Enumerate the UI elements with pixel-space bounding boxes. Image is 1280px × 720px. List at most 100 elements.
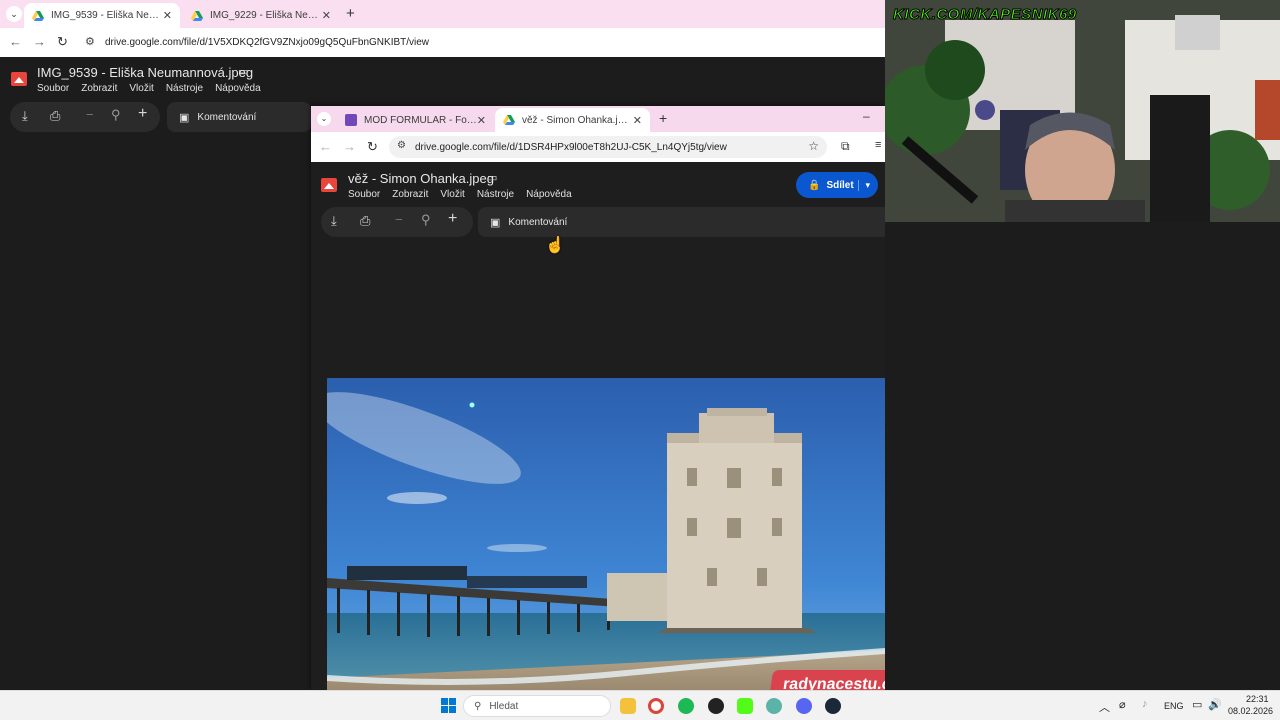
image-file-icon <box>11 72 27 86</box>
menu-icon[interactable]: ≡ <box>875 139 881 151</box>
new-tab-icon[interactable]: + <box>659 110 667 126</box>
back-arrow-icon[interactable]: ← <box>319 139 332 154</box>
back-address-bar: ← → ↻ ⚙ drive.google.com/file/d/1V5XDKQ2… <box>0 28 885 57</box>
site-info-icon[interactable]: ⚙ <box>85 35 95 48</box>
zoom-icon[interactable]: ⚲ <box>421 212 431 228</box>
file-title: věž - Simon Ohanka.jpeg <box>348 171 494 186</box>
image-file-icon <box>321 178 337 192</box>
extensions-icon[interactable]: ⧉ <box>841 139 850 154</box>
tab-list-button[interactable]: ⌄ <box>317 112 331 126</box>
menu-item-insert[interactable]: Vložit <box>440 189 464 200</box>
menu-item-tools[interactable]: Nástroje <box>166 83 203 94</box>
menu-item-insert[interactable]: Vložit <box>129 83 153 94</box>
file-explorer-icon[interactable] <box>620 698 636 714</box>
menu-item-help[interactable]: Nápověda <box>526 189 572 200</box>
microphone-icon[interactable]: ♪ <box>1142 698 1148 710</box>
front-browser-tabbar: ⌄ MOD FORMULAR - Formuláře Google ✕ věž … <box>311 106 885 132</box>
forward-arrow-icon[interactable]: → <box>343 139 356 154</box>
language-indicator[interactable]: ENG <box>1164 701 1184 711</box>
tower-photo <box>327 378 929 716</box>
back-tab-2[interactable]: IMG_9229 - Eliška Neumannová ✕ <box>183 3 339 28</box>
viewer-toolbar: ⤓ ⎙ − ⚲ + <box>321 207 473 237</box>
menu-bar: Soubor Zobrazit Vložit Nástroje Nápověda <box>37 83 261 94</box>
network-icon[interactable]: ⌀ <box>1119 698 1126 711</box>
zoom-in-icon[interactable]: + <box>448 210 457 228</box>
google-forms-icon <box>345 114 357 126</box>
tab-list-button[interactable]: ⌄ <box>6 6 22 22</box>
share-label: Sdílet <box>826 179 854 191</box>
windows-start-icon[interactable] <box>441 698 457 714</box>
comment-label: Komentování <box>197 111 257 123</box>
google-drive-icon <box>191 10 203 21</box>
front-tab-forms[interactable]: MOD FORMULAR - Formuláře Google ✕ <box>337 108 494 132</box>
share-button[interactable]: 🔒 Sdílet ▾ <box>796 172 878 198</box>
comment-icon: ▣ <box>179 111 190 124</box>
print-icon[interactable]: ⎙ <box>50 108 60 124</box>
lock-icon: 🔒 <box>808 179 821 191</box>
download-icon[interactable]: ⤓ <box>22 108 28 124</box>
clock-time[interactable]: 22:31 <box>1246 694 1269 704</box>
volume-icon[interactable]: 🔊 <box>1208 698 1222 711</box>
menu-item-help[interactable]: Nápověda <box>215 83 261 94</box>
zoom-icon[interactable]: ⚲ <box>111 107 121 123</box>
zoom-out-icon[interactable]: − <box>395 212 403 227</box>
zoom-out-icon[interactable]: − <box>86 107 94 122</box>
webcam-feed <box>885 0 1280 222</box>
comment-button[interactable]: ▣ Komentování <box>478 207 896 237</box>
kick-icon[interactable] <box>737 698 753 714</box>
front-tab-drive[interactable]: věž - Simon Ohanka.jpeg - Disk Google ✕ <box>495 108 650 132</box>
front-drive-viewer: věž - Simon Ohanka.jpeg ▭ Soubor Zobrazi… <box>311 162 929 716</box>
tab-label: MOD FORMULAR - Formuláře Google <box>364 114 477 126</box>
steam-icon[interactable] <box>825 698 841 714</box>
browser-app-icon[interactable] <box>766 698 782 714</box>
back-tab-1[interactable]: IMG_9539 - Eliška Neumannová ✕ <box>24 3 180 28</box>
comment-button[interactable]: ▣ Komentování <box>167 102 311 132</box>
tab-label: IMG_9229 - Eliška Neumannová <box>210 10 322 21</box>
download-icon[interactable]: ⤓ <box>331 213 337 229</box>
tab-label: věž - Simon Ohanka.jpeg - Disk Google <box>522 114 633 126</box>
print-icon[interactable]: ⎙ <box>360 213 370 229</box>
comment-label: Komentování <box>508 216 568 228</box>
menu-item-view[interactable]: Zobrazit <box>81 83 117 94</box>
minimize-icon[interactable]: – <box>863 109 870 123</box>
url-field[interactable]: drive.google.com/file/d/1DSR4HPx9l00eT8h… <box>415 142 727 153</box>
comment-icon: ▣ <box>490 216 501 229</box>
close-icon[interactable]: ✕ <box>477 114 486 127</box>
google-drive-icon <box>32 10 44 21</box>
close-icon[interactable]: ✕ <box>322 9 331 22</box>
close-icon[interactable]: ✕ <box>633 114 642 127</box>
viewer-toolbar: ⤓ ⎙ − ⚲ + <box>10 102 160 132</box>
new-tab-icon[interactable]: + <box>346 5 355 22</box>
omnibox[interactable]: ⚙ drive.google.com/file/d/1DSR4HPx9l00eT… <box>389 136 827 158</box>
menu-item-tools[interactable]: Nástroje <box>477 189 514 200</box>
reload-icon[interactable]: ↻ <box>57 34 68 50</box>
share-dropdown-icon[interactable]: ▾ <box>858 179 870 191</box>
bookmark-star-icon[interactable]: ☆ <box>808 139 819 153</box>
close-icon[interactable]: ✕ <box>163 9 172 22</box>
google-drive-icon <box>503 115 515 125</box>
menu-item-view[interactable]: Zobrazit <box>392 189 428 200</box>
obs-icon[interactable] <box>708 698 724 714</box>
chrome-icon[interactable] <box>648 698 664 714</box>
forward-arrow-icon[interactable]: → <box>33 34 46 49</box>
taskbar-search[interactable]: ⚲ Hledat <box>463 695 611 717</box>
display-icon[interactable]: ▭ <box>1192 698 1202 711</box>
move-folder-icon[interactable]: ▭ <box>238 65 248 78</box>
menu-item-file[interactable]: Soubor <box>348 189 380 200</box>
search-placeholder: Hledat <box>489 700 519 712</box>
tray-chevron-icon[interactable]: ︿ <box>1099 699 1110 715</box>
back-browser-tabbar: ⌄ IMG_9539 - Eliška Neumannová ✕ IMG_922… <box>0 0 885 28</box>
clock-date[interactable]: 08.02.2026 <box>1228 706 1273 716</box>
kick-channel-text: KICK.COM/KAPESNIK69 <box>893 6 1077 24</box>
mouse-cursor-icon: ☝ <box>545 237 565 254</box>
webcam-overlay: KICK.COM/KAPESNIK69 <box>885 0 1280 222</box>
move-folder-icon[interactable]: ▭ <box>487 171 497 184</box>
spotify-icon[interactable] <box>678 698 694 714</box>
zoom-in-icon[interactable]: + <box>138 105 147 123</box>
back-arrow-icon[interactable]: ← <box>9 34 22 49</box>
url-field[interactable]: drive.google.com/file/d/1V5XDKQ2fGV9ZNxj… <box>105 37 429 48</box>
reload-icon[interactable]: ↻ <box>367 139 378 155</box>
menu-item-file[interactable]: Soubor <box>37 83 69 94</box>
discord-icon[interactable] <box>796 698 812 714</box>
site-info-icon[interactable]: ⚙ <box>397 140 406 151</box>
